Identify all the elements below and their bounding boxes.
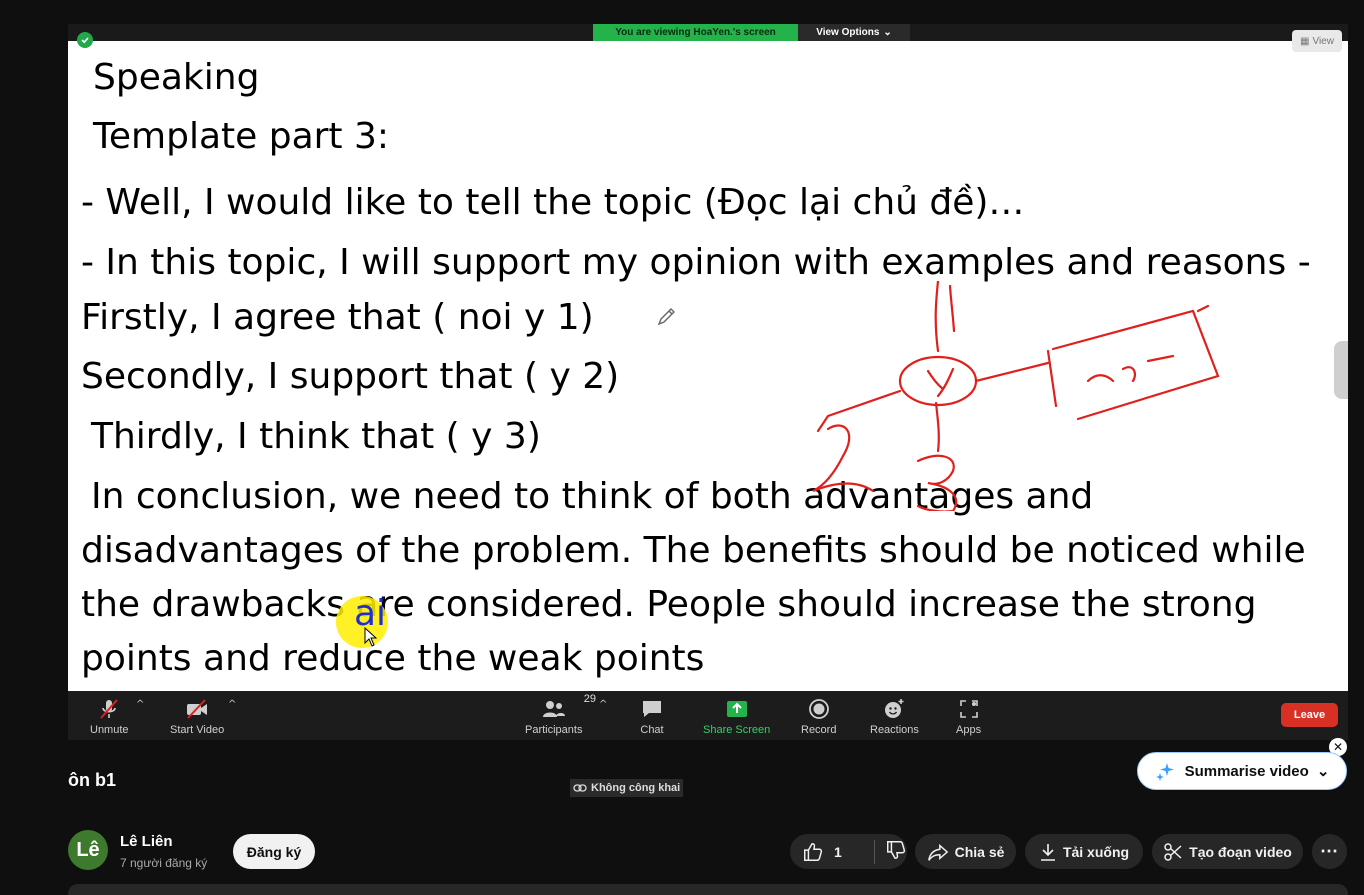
slide-line: Firstly, I agree that ( noi y 1) [81, 297, 594, 338]
slide-line: - Well, I would like to tell the topic (… [81, 182, 1025, 223]
zoom-meeting-window: You are viewing HoaYen.'s screen View Op… [68, 24, 1348, 740]
summarise-video-button[interactable]: Summarise video ⌄ [1137, 752, 1347, 790]
apps-label: Apps [956, 724, 982, 736]
participants-label: Participants [525, 724, 583, 736]
annotation-drawing [812, 281, 1220, 511]
participants-button[interactable]: 29 Participants [525, 693, 596, 736]
unmute-button[interactable]: Unmute [90, 697, 129, 736]
share-screen-label: Share Screen [703, 724, 771, 736]
share-icon [927, 843, 948, 861]
more-actions-button[interactable]: ⋯ [1312, 834, 1347, 869]
share-screen-icon [726, 701, 747, 717]
view-button[interactable]: ▦ View [1292, 30, 1342, 52]
reactions-label: Reactions [870, 724, 919, 736]
sparkle-icon [1155, 763, 1174, 781]
share-button[interactable]: Chia sẻ [915, 834, 1016, 869]
mouse-cursor-icon [364, 627, 378, 647]
channel-name[interactable]: Lê Liên [120, 833, 173, 850]
dislike-button[interactable] [875, 839, 907, 864]
subscribe-button[interactable]: Đăng ký [233, 834, 315, 869]
shield-check-icon[interactable] [77, 32, 93, 48]
slide-line: Template part 3: [93, 116, 390, 157]
video-options-caret-icon[interactable]: ^ [228, 699, 236, 710]
chevron-down-icon: ⌄ [1316, 763, 1330, 780]
chat-label: Chat [640, 724, 664, 736]
clip-button[interactable]: Tạo đoạn video [1152, 834, 1303, 869]
slide-line: disadvantages of the problem. The benefi… [81, 530, 1306, 571]
privacy-badge: Không công khai [570, 779, 684, 797]
microphone-muted-icon [100, 699, 119, 719]
participants-caret-icon[interactable]: ^ [599, 699, 607, 710]
share-label: Chia sẻ [954, 843, 1005, 860]
slide-line: Thirdly, I think that ( y 3) [91, 416, 541, 457]
channel-avatar[interactable]: Lê [68, 830, 108, 870]
link-icon [573, 784, 587, 792]
apps-icon [959, 700, 978, 718]
subscriber-count: 7 người đăng ký [120, 856, 208, 870]
like-count: 1 [834, 843, 842, 860]
side-panel-handle[interactable] [1334, 341, 1348, 399]
record-icon [808, 699, 829, 719]
clip-label: Tạo đoạn video [1189, 843, 1292, 860]
view-options-button[interactable]: View Options ⌄ [798, 24, 910, 41]
participants-icon [542, 701, 565, 717]
audio-options-caret-icon[interactable]: ^ [136, 699, 144, 710]
chat-icon [643, 701, 661, 717]
apps-button[interactable]: Apps [956, 697, 981, 736]
record-button[interactable]: Record [801, 697, 836, 736]
more-icon: ⋯ [1320, 841, 1339, 861]
record-label: Record [801, 724, 837, 736]
pencil-icon [657, 308, 675, 326]
download-icon [1040, 843, 1055, 861]
participants-count: 29 [583, 693, 596, 705]
thumbs-down-icon [887, 841, 906, 859]
chat-button[interactable]: Chat [640, 697, 664, 736]
slide-line: Secondly, I support that ( y 2) [81, 356, 620, 397]
unmute-label: Unmute [90, 724, 129, 736]
leave-button[interactable]: Leave [1281, 703, 1338, 727]
like-dislike-group: 1 [790, 834, 907, 869]
grid-icon: ▦ [1300, 35, 1310, 47]
thumbs-up-icon [804, 842, 823, 861]
like-button[interactable]: 1 [790, 841, 874, 863]
video-title: ôn b1 [68, 770, 116, 790]
view-options-label: View Options [816, 27, 880, 38]
chevron-down-icon: ⌄ [883, 27, 892, 38]
description-panel-edge [68, 884, 1348, 895]
slide-line: Speaking [93, 57, 260, 98]
download-label: Tải xuống [1062, 843, 1130, 860]
scissors-icon [1164, 842, 1182, 861]
reactions-button[interactable]: Reactions [870, 697, 919, 736]
download-button[interactable]: Tải xuống [1025, 834, 1143, 869]
view-button-label: View [1312, 35, 1334, 47]
slide-line: - In this topic, I will support my opini… [81, 242, 1311, 283]
start-video-button[interactable]: Start Video [170, 697, 224, 736]
summarise-label: Summarise video [1184, 762, 1309, 780]
shared-screen-slide: Speaking Template part 3: - Well, I woul… [68, 41, 1348, 691]
privacy-label: Không công khai [591, 782, 681, 794]
share-screen-button[interactable]: Share Screen [703, 697, 770, 736]
reactions-icon [885, 699, 904, 718]
slide-line: points and reduce the weak points [81, 638, 705, 679]
zoom-toolbar: Unmute ^ Start Video ^ 29 Participants ^… [68, 691, 1348, 740]
video-off-icon [187, 699, 208, 719]
start-video-label: Start Video [170, 724, 225, 736]
slide-line: the drawbacks are considered. People sho… [81, 584, 1257, 625]
viewing-screen-banner: You are viewing HoaYen.'s screen [593, 24, 798, 41]
